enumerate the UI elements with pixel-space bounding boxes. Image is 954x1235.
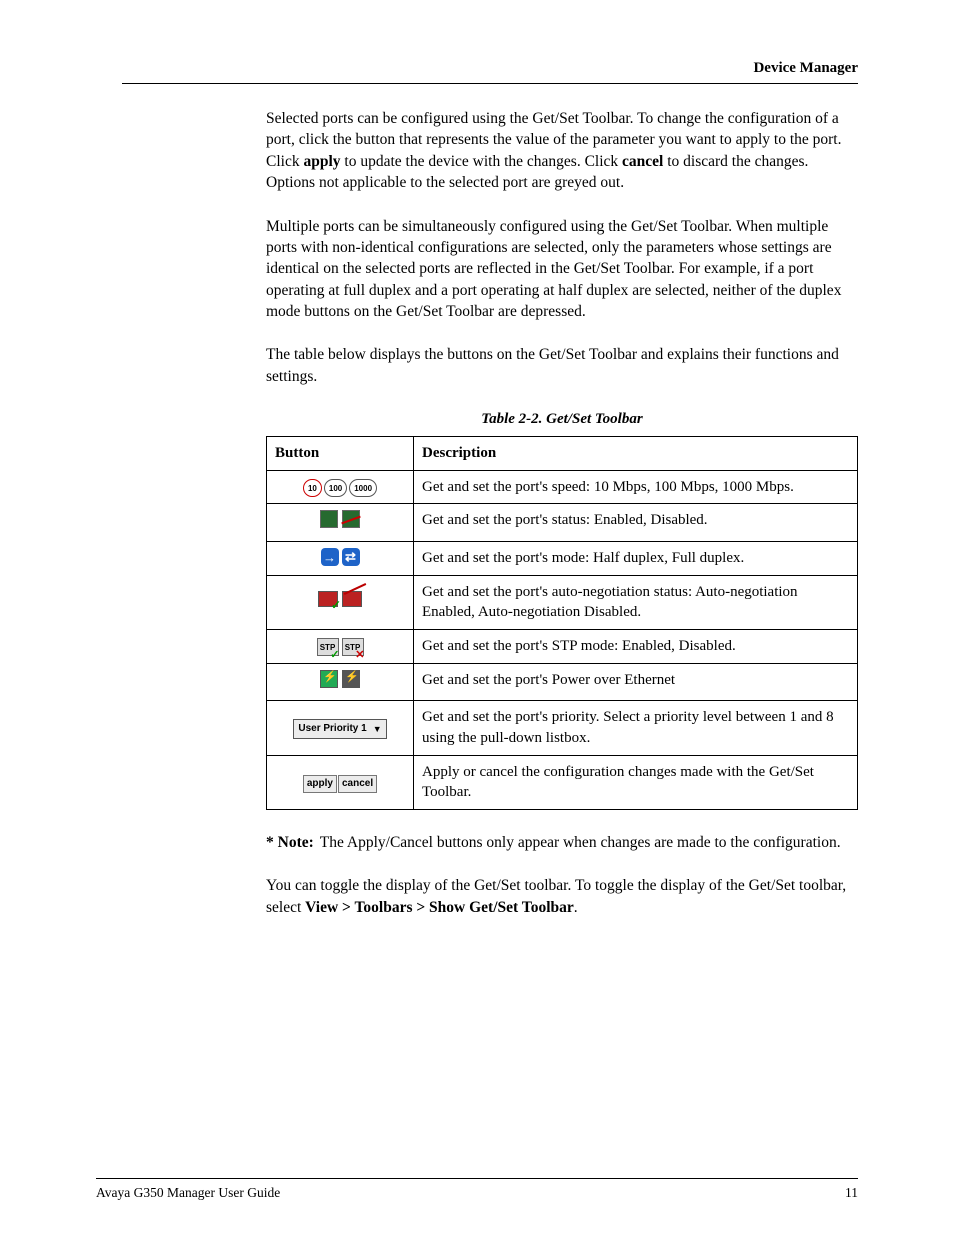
duplex-buttons-cell: → ⇄ — [267, 541, 414, 575]
header-rule — [122, 83, 858, 84]
apply-button-icon: apply — [303, 775, 337, 793]
priority-cell: User Priority 1 ▼ — [267, 701, 414, 755]
row-desc: Get and set the port's mode: Half duplex… — [414, 541, 858, 575]
table-row: User Priority 1 ▼ Get and set the port's… — [267, 701, 858, 755]
row-desc: Get and set the port's STP mode: Enabled… — [414, 629, 858, 663]
poe-off-icon — [342, 670, 360, 688]
cancel-button-icon: cancel — [338, 775, 377, 793]
speed-10-icon: 10 — [303, 479, 322, 497]
note-label: * Note: — [266, 832, 314, 853]
p1-part-b: to update the device with the changes. C… — [344, 153, 622, 170]
poe-buttons-cell — [267, 663, 414, 701]
p1-apply: apply — [303, 153, 340, 170]
p4-menu-path: View > Toolbars > Show Get/Set Toolbar — [305, 899, 574, 916]
chevron-down-icon: ▼ — [373, 724, 382, 734]
paragraph-3: The table below displays the buttons on … — [266, 344, 858, 387]
port-enabled-icon — [320, 510, 338, 528]
full-duplex-icon: ⇄ — [342, 548, 360, 566]
status-buttons-cell — [267, 504, 414, 542]
apply-cancel-cell: apply cancel — [267, 755, 414, 809]
table-row: apply cancel Apply or cancel the configu… — [267, 755, 858, 809]
poe-on-icon — [320, 670, 338, 688]
table-row: Get and set the port's auto-negotiation … — [267, 575, 858, 629]
table-row: STP STP Get and set the port's STP mode:… — [267, 629, 858, 663]
speed-100-icon: 100 — [324, 479, 347, 497]
table-row: 10 100 1000 Get and set the port's speed… — [267, 470, 858, 504]
note-text: The Apply/Cancel buttons only appear whe… — [320, 832, 858, 853]
row-desc: Get and set the port's speed: 10 Mbps, 1… — [414, 470, 858, 504]
priority-label: User Priority 1 — [298, 723, 366, 734]
paragraph-1: Selected ports can be configured using t… — [266, 108, 858, 194]
autoneg-enabled-icon — [318, 591, 338, 607]
autoneg-disabled-icon — [342, 591, 362, 607]
paragraph-4: You can toggle the display of the Get/Se… — [266, 875, 858, 918]
stp-enabled-icon: STP — [317, 638, 339, 656]
stp-disabled-icon: STP — [342, 638, 364, 656]
p4-part-b: . — [574, 899, 578, 916]
footer-page-number: 11 — [845, 1185, 858, 1201]
table-row: → ⇄ Get and set the port's mode: Half du… — [267, 541, 858, 575]
footer-doc-title: Avaya G350 Manager User Guide — [96, 1185, 280, 1201]
row-desc: Get and set the port's priority. Select … — [414, 701, 858, 755]
row-desc: Get and set the port's status: Enabled, … — [414, 504, 858, 542]
speed-buttons-cell: 10 100 1000 — [267, 470, 414, 504]
stp-buttons-cell: STP STP — [267, 629, 414, 663]
th-description: Description — [414, 436, 858, 470]
page-footer: Avaya G350 Manager User Guide 11 — [96, 1178, 858, 1201]
table-row: Get and set the port's Power over Ethern… — [267, 663, 858, 701]
paragraph-2: Multiple ports can be simultaneously con… — [266, 216, 858, 323]
page-header-title: Device Manager — [122, 60, 858, 77]
autoneg-buttons-cell — [267, 575, 414, 629]
footer-rule — [96, 1178, 858, 1179]
port-disabled-icon — [342, 510, 360, 528]
note-block: * Note: The Apply/Cancel buttons only ap… — [266, 832, 858, 853]
row-desc: Get and set the port's auto-negotiation … — [414, 575, 858, 629]
speed-1000-icon: 1000 — [349, 479, 377, 497]
priority-dropdown-icon: User Priority 1 ▼ — [293, 719, 386, 739]
table-row: Get and set the port's status: Enabled, … — [267, 504, 858, 542]
th-button: Button — [267, 436, 414, 470]
half-duplex-icon: → — [321, 548, 339, 566]
getset-toolbar-table: Button Description 10 100 1000 Get and s… — [266, 436, 858, 810]
table-caption: Table 2-2. Get/Set Toolbar — [266, 409, 858, 430]
row-desc: Get and set the port's Power over Ethern… — [414, 663, 858, 701]
row-desc: Apply or cancel the configuration change… — [414, 755, 858, 809]
p1-cancel: cancel — [622, 153, 663, 170]
